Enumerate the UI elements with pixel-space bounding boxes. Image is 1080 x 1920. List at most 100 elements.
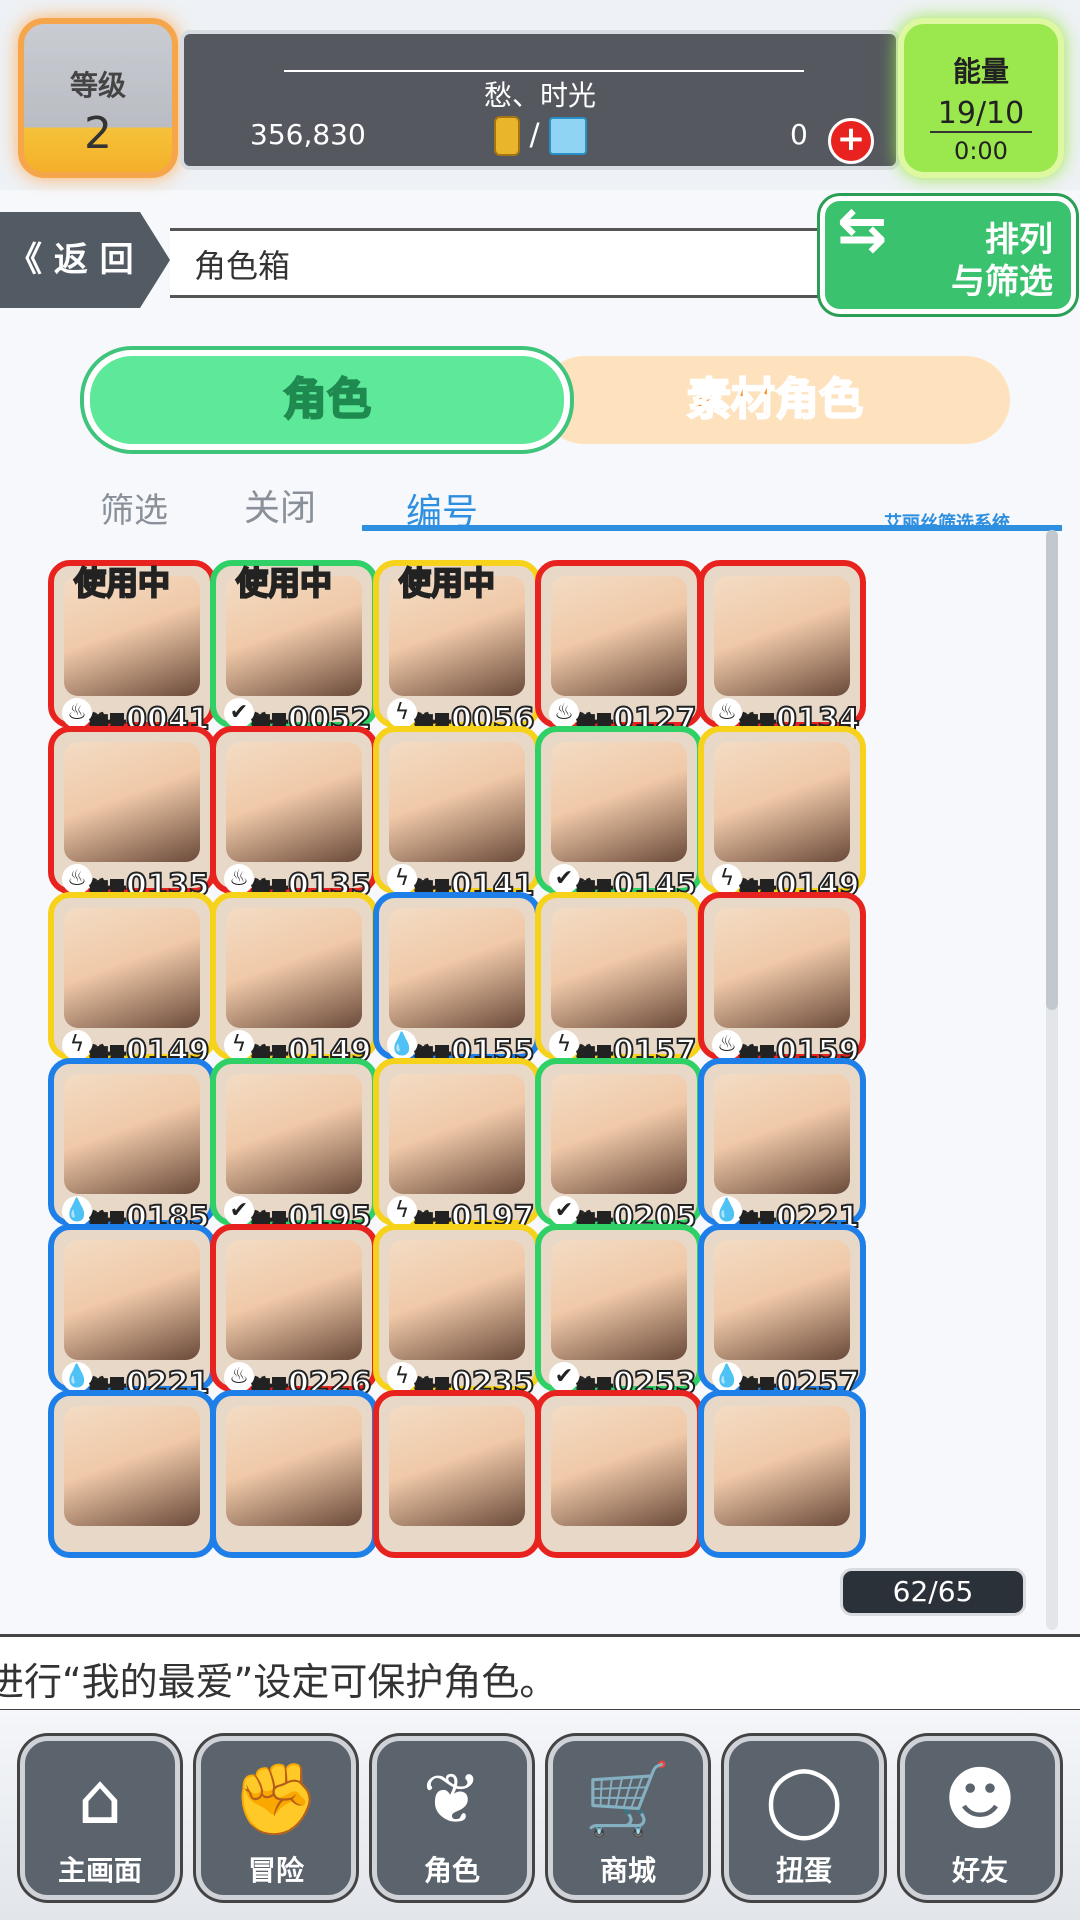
nav-label: 主画面 [57, 1854, 142, 1887]
back-chevron-icon: 《 [8, 240, 42, 280]
character-card[interactable]: ♨编号0135★★★ [48, 726, 216, 920]
sort-label-2: 与筛选 [951, 262, 1053, 302]
gem-count: 0 [790, 118, 808, 151]
back-button[interactable]: 《 返 回 [0, 212, 170, 308]
character-portrait [714, 1406, 850, 1526]
bottom-navigation: ⌂ 主画面 ✊ 冒险 ❦ 角色 🛒 商城 ◯ 扭蛋 ☻ 好友 [0, 1710, 1080, 1920]
character-card[interactable]: ϟ编号0149★★★★ [210, 892, 378, 1086]
coin-icon [494, 116, 520, 156]
fire-element-icon: ♨ [62, 698, 92, 728]
fire-element-icon: ♨ [712, 698, 742, 728]
character-card[interactable]: 💧编号0221★★★★ [48, 1224, 216, 1418]
back-label: 返 回 [53, 240, 134, 280]
handshake-icon: ✊ [232, 1758, 320, 1840]
thunder-element-icon: ϟ [712, 864, 742, 894]
nav-button[interactable]: ❦ 角色 [372, 1736, 532, 1900]
character-card[interactable]: 💧编号0221★★★★ [698, 1058, 866, 1252]
character-portrait [389, 1406, 525, 1526]
level-display: 等级 2 [18, 18, 178, 178]
wood-element-icon: ✔ [224, 1196, 254, 1226]
character-card[interactable] [48, 1390, 216, 1558]
in-use-label: 使用中 [235, 563, 333, 603]
player-name: 愁、时光 [483, 79, 596, 112]
character-card[interactable]: ϟ编号0149★★★★ [698, 726, 866, 920]
water-element-icon: 💧 [387, 1030, 417, 1060]
character-portrait [714, 742, 850, 862]
energy-display[interactable]: 能量 19/10 0:00 [898, 18, 1064, 178]
rabbit-sort-icon: ⇆ [837, 195, 888, 265]
character-card[interactable]: 使用中♨编号0041★★ [48, 560, 216, 754]
character-portrait [226, 1406, 362, 1526]
character-card[interactable]: ϟ编号0197★★★★ [373, 1058, 541, 1252]
character-portrait [551, 1240, 687, 1360]
nav-button[interactable]: ◯ 扭蛋 [724, 1736, 884, 1900]
character-card[interactable]: ϟ编号0141★★★★ [373, 726, 541, 920]
nav-button[interactable]: ⌂ 主画面 [20, 1736, 180, 1900]
in-use-label: 使用中 [73, 563, 171, 603]
character-card[interactable]: 💧编号0257★★★★ [698, 1224, 866, 1418]
sort-filter-button[interactable]: ⇆ 排列 与筛选 [820, 196, 1076, 314]
buy-gems-button[interactable]: + [828, 118, 874, 164]
character-card[interactable]: ϟ编号0149★★★★ [48, 892, 216, 1086]
energy-value: 19/10 [929, 96, 1033, 133]
character-card[interactable] [698, 1390, 866, 1558]
tab-material-characters[interactable]: 素材角色 [540, 356, 1010, 444]
filter-close-label[interactable]: 关闭 [244, 479, 316, 531]
thunder-element-icon: ϟ [387, 1196, 417, 1226]
gem-icon [549, 117, 588, 155]
character-card[interactable]: ✔编号0253★★★★ [535, 1224, 703, 1418]
character-portrait [389, 1240, 525, 1360]
character-card[interactable]: 💧编号0185★★★★ [48, 1058, 216, 1252]
character-portrait [714, 908, 850, 1028]
character-card[interactable]: ♨编号0134★★★ [698, 560, 866, 754]
character-portrait [551, 1406, 687, 1526]
character-portrait [226, 908, 362, 1028]
character-card[interactable]: 💧编号0155★★★★ [373, 892, 541, 1086]
character-card[interactable]: ✔编号0205★★★ [535, 1058, 703, 1252]
scrollbar-thumb[interactable] [1046, 530, 1058, 1010]
nav-button[interactable]: ☻ 好友 [900, 1736, 1060, 1900]
character-portrait [714, 576, 850, 696]
character-card[interactable]: ϟ编号0157★★★★ [535, 892, 703, 1086]
filter-underline [362, 525, 1062, 531]
nav-button[interactable]: ✊ 冒险 [196, 1736, 356, 1900]
wood-element-icon: ✔ [549, 1362, 579, 1392]
tab-characters[interactable]: 角色 [84, 350, 570, 450]
nav-label: 冒险 [247, 1854, 304, 1887]
character-card[interactable]: ♨编号0135★★★ [210, 726, 378, 920]
wood-element-icon: ✔ [224, 698, 254, 728]
thunder-element-icon: ϟ [62, 1030, 92, 1060]
character-card[interactable]: ✔编号0145★★★★ [535, 726, 703, 920]
character-card[interactable]: ✔编号0195★★★★ [210, 1058, 378, 1252]
fire-element-icon: ♨ [62, 864, 92, 894]
character-card[interactable] [373, 1390, 541, 1558]
home-icon: ⌂ [77, 1758, 123, 1840]
character-portrait [64, 1074, 200, 1194]
fire-element-icon: ♨ [549, 698, 579, 728]
character-portrait [64, 742, 200, 862]
in-use-label: 使用中 [398, 563, 496, 603]
character-card[interactable]: ϟ编号0235★★★ [373, 1224, 541, 1418]
nav-label: 扭蛋 [775, 1854, 832, 1887]
character-count-badge: 62/65 [840, 1568, 1026, 1616]
character-card[interactable]: 使用中ϟ编号0056★★★ [373, 560, 541, 754]
water-element-icon: 💧 [712, 1362, 742, 1392]
nav-label: 好友 [951, 1854, 1008, 1887]
nav-button[interactable]: 🛒 商城 [548, 1736, 708, 1900]
character-card[interactable]: ♨编号0127★★★★ [535, 560, 703, 754]
fire-element-icon: ♨ [712, 1030, 742, 1060]
character-card[interactable]: ♨编号0159★★★★ [698, 892, 866, 1086]
player-info-panel: 愁、时光 356,830 / 0 + [180, 30, 900, 170]
character-card[interactable]: 使用中✔编号0052★★★ [210, 560, 378, 754]
thunder-element-icon: ϟ [224, 1030, 254, 1060]
divider [284, 70, 804, 72]
fire-element-icon: ♨ [224, 864, 254, 894]
coin-count: 356,830 [250, 118, 366, 151]
currency-separator: / [529, 117, 540, 153]
character-card[interactable]: ♨编号0226★★★ [210, 1224, 378, 1418]
character-card[interactable] [535, 1390, 703, 1558]
character-portrait [551, 742, 687, 862]
character-card[interactable] [210, 1390, 378, 1558]
water-element-icon: 💧 [712, 1196, 742, 1226]
filter-label[interactable]: 筛选 [100, 483, 168, 532]
